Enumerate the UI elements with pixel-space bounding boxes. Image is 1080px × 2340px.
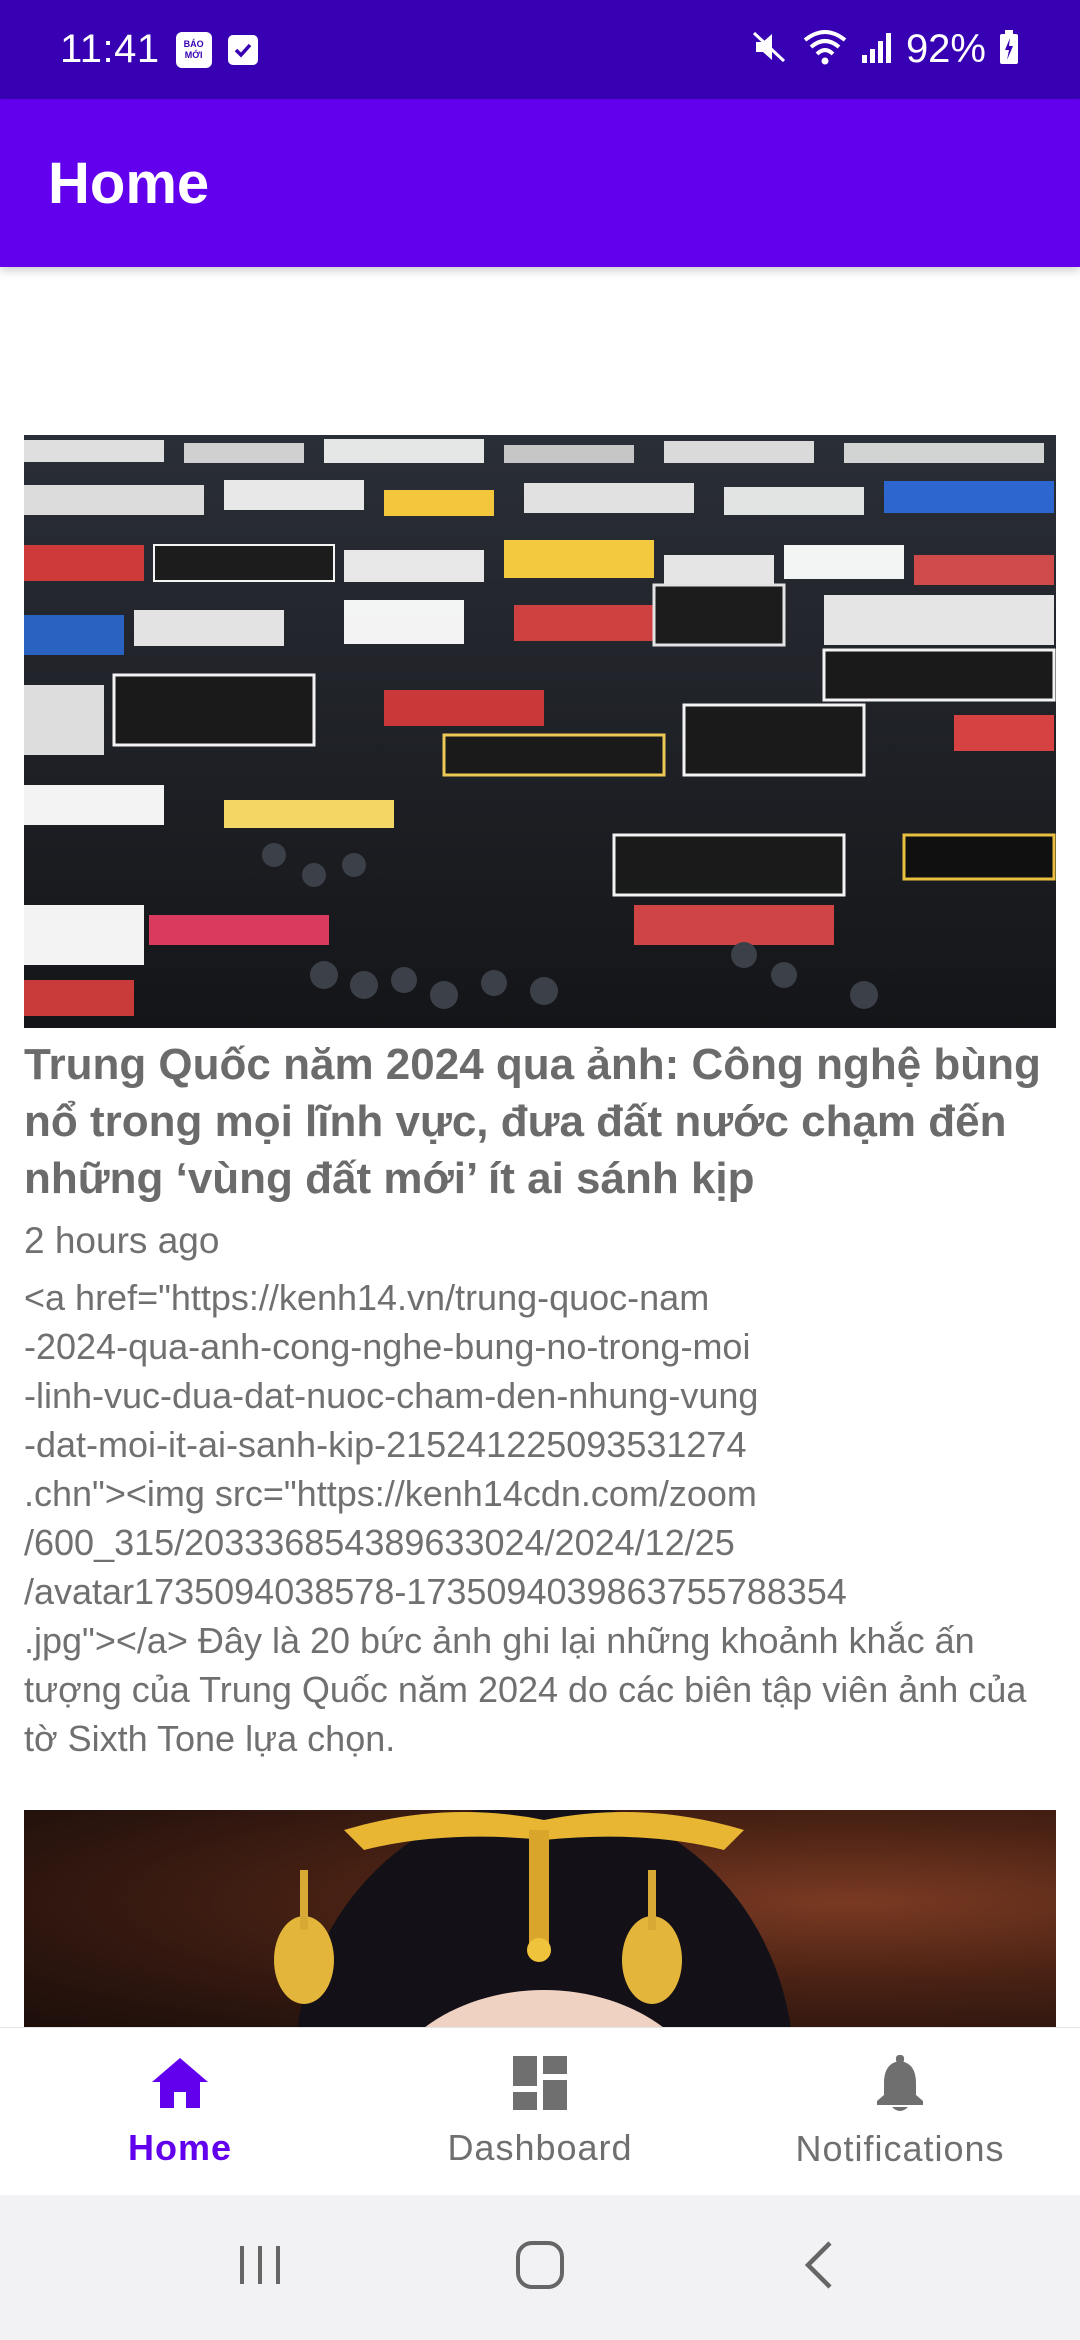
battery-percentage: 92%	[905, 27, 986, 71]
article-card[interactable]: Trung Quốc năm 2024 qua ảnh: Công nghệ b…	[24, 435, 1056, 1763]
signal-icon	[860, 27, 894, 72]
home-circle-icon	[514, 2239, 566, 2296]
home-icon	[148, 2054, 212, 2117]
nav-notifications[interactable]: Notifications	[720, 2028, 1080, 2195]
baomoi-icon-label: BÁO MỚI	[183, 38, 204, 60]
battery-icon	[998, 27, 1020, 72]
news-feed[interactable]: Trung Quốc năm 2024 qua ảnh: Công nghệ b…	[0, 267, 1080, 2027]
status-left: 11:41 BÁO MỚI	[60, 27, 258, 72]
bell-icon	[872, 2053, 928, 2118]
recent-apps-button[interactable]	[200, 2228, 320, 2308]
status-time: 11:41	[60, 27, 160, 71]
article-timestamp: 2 hours ago	[24, 1220, 220, 1261]
article-card[interactable]	[24, 1810, 1056, 2027]
article-title[interactable]: Trung Quốc năm 2024 qua ảnh: Công nghệ b…	[24, 1036, 1056, 1207]
mute-icon	[750, 27, 790, 72]
article-description: <a href="https://kenh14.vn/trung-quoc-na…	[24, 1277, 1027, 1759]
nav-dashboard[interactable]: Dashboard	[360, 2028, 720, 2195]
bottom-navigation: Home Dashboard Notifications	[0, 2027, 1080, 2195]
status-bar: 11:41 BÁO MỚI 92%	[0, 0, 1080, 99]
app-bar: Home	[0, 99, 1080, 267]
status-right: 92%	[750, 27, 1020, 72]
dashboard-icon	[511, 2054, 569, 2117]
wifi-icon	[802, 27, 848, 72]
portrait-photo	[274, 1810, 791, 2027]
recent-apps-icon	[235, 2240, 285, 2295]
baomoi-notification-icon: BÁO MỚI	[175, 31, 212, 68]
article-image[interactable]	[24, 1810, 1056, 2027]
home-system-button[interactable]	[480, 2228, 600, 2308]
article-image[interactable]	[24, 435, 1056, 1028]
nav-notifications-label: Notifications	[795, 2128, 1005, 2169]
check-notification-icon	[227, 34, 258, 65]
back-button[interactable]	[760, 2228, 880, 2308]
nav-home-label: Home	[127, 2127, 233, 2168]
nav-home[interactable]: Home	[0, 2028, 360, 2195]
page-title: Home	[48, 150, 210, 216]
night-market-photo	[24, 435, 1056, 1028]
system-navigation-bar	[0, 2195, 1080, 2340]
back-icon	[800, 2239, 840, 2296]
nav-dashboard-label: Dashboard	[447, 2127, 633, 2168]
